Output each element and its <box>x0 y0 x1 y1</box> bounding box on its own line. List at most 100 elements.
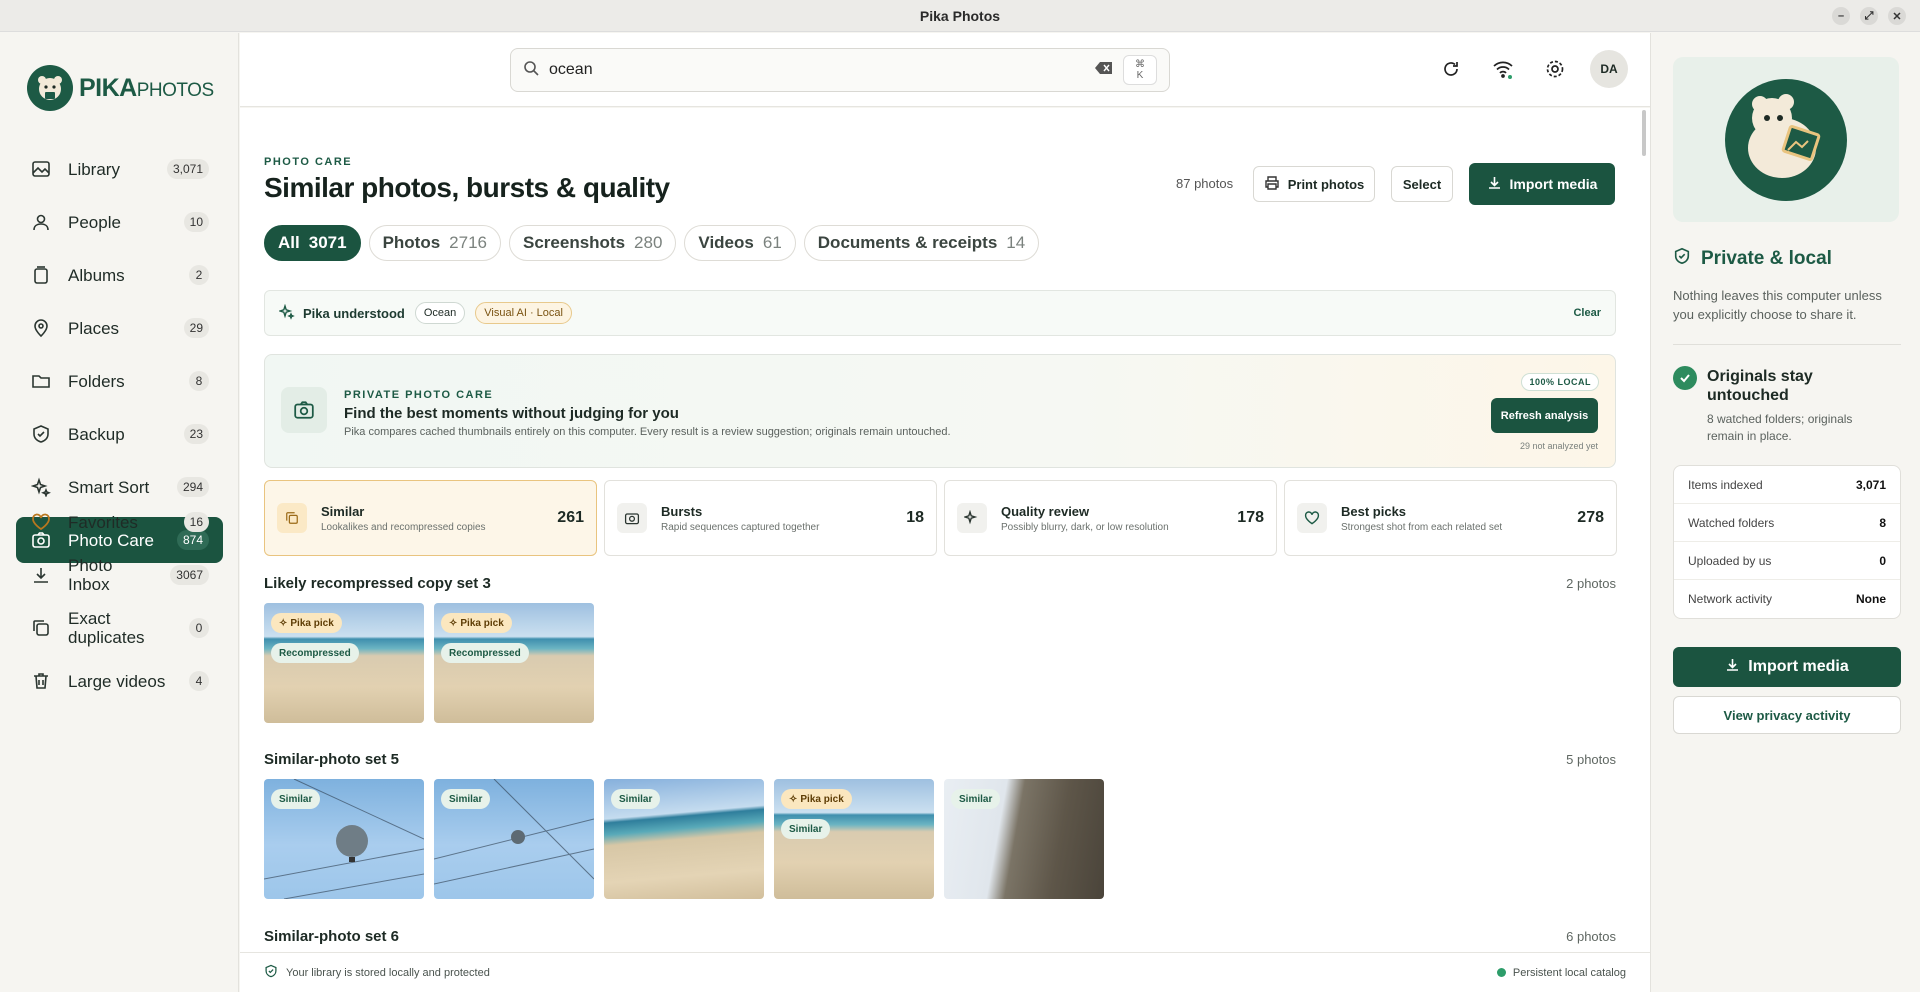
private-local-header: Private & local <box>1673 247 1832 270</box>
stat-subtitle: Rapid sequences captured together <box>661 521 820 533</box>
sidebar-item-label: Photo Inbox <box>68 556 113 594</box>
sidebar-item-exact-duplicates[interactable]: Exact duplicates 0 <box>16 605 223 651</box>
photo-thumbnail[interactable]: Similar <box>944 779 1104 899</box>
filter-label: All <box>278 233 300 252</box>
understood-bar: Pika understood Ocean Visual AI · Local … <box>264 290 1616 336</box>
sidebar-item-large-videos[interactable]: Large videos 4 <box>16 658 223 704</box>
sparkle-icon <box>30 476 52 498</box>
search-input[interactable] <box>549 61 1095 79</box>
photo-thumbnail[interactable]: Similar <box>434 779 594 899</box>
clear-button[interactable]: Clear <box>1573 307 1601 319</box>
photo-thumbnail[interactable]: ✧ Pika pick Recompressed <box>264 603 424 723</box>
logo-suffix: PHOTOS <box>136 79 214 101</box>
sidebar-item-places[interactable]: Places 29 <box>16 305 223 351</box>
maximize-icon[interactable]: ⤢ <box>1860 7 1878 25</box>
sidebar-item-backup[interactable]: Backup 23 <box>16 411 223 457</box>
sidebar-item-albums[interactable]: Albums 2 <box>16 252 223 298</box>
table-row: Network activity None <box>1674 580 1900 618</box>
stat-best-picks[interactable]: Best picks Strongest shot from each relat… <box>1284 480 1617 556</box>
row-label: Items indexed <box>1688 477 1763 492</box>
window-title: Pika Photos <box>919 7 1001 24</box>
top-bar: ⌘K DA <box>240 33 1650 107</box>
print-photos-button[interactable]: Print photos <box>1253 166 1375 202</box>
sidebar-item-photo-inbox[interactable]: Photo Inbox 3067 <box>16 552 223 598</box>
camera-icon <box>617 503 647 533</box>
similar-badge: Similar <box>271 789 321 809</box>
stat-bursts[interactable]: Bursts Rapid sequences captured together … <box>604 480 937 556</box>
photo-thumbnail[interactable]: Similar <box>604 779 764 899</box>
wifi-icon[interactable] <box>1486 52 1520 86</box>
pin-icon <box>30 317 52 339</box>
filter-all[interactable]: All 3071 <box>264 225 361 261</box>
logo[interactable]: PIKAPHOTOS <box>27 65 214 111</box>
stat-quality-review[interactable]: Quality review Possibly blurry, dark, or … <box>944 480 1277 556</box>
download-icon <box>1487 175 1502 193</box>
filter-count: 280 <box>634 233 663 252</box>
local-badge: 100% LOCAL <box>1521 373 1599 391</box>
table-row: Watched folders 8 <box>1674 504 1900 542</box>
sidebar-item-label: Large videos <box>68 671 166 691</box>
shortcut-key-k: K <box>1136 70 1144 81</box>
import-media-button-secondary[interactable]: Import media <box>1673 647 1901 687</box>
sidebar-item-favorites[interactable]: Favorites 16 <box>16 499 223 545</box>
shortcut-hint: ⌘ K <box>1123 55 1157 85</box>
set-title: Similar-photo set 5 <box>264 751 400 768</box>
filter-count: 3071 <box>308 233 347 252</box>
minimize-icon[interactable]: – <box>1832 7 1850 25</box>
set-header: Similar-photo set 5 5 photos <box>264 751 1616 768</box>
filter-documents[interactable]: Documents & receipts 14 <box>803 225 1040 261</box>
private-local-title: Private & local <box>1701 247 1832 269</box>
camera-icon <box>281 387 327 433</box>
sidebar: PIKAPHOTOS Library 3,071 People 10 Album… <box>0 33 239 992</box>
not-analyzed-note: 29 not analyzed yet <box>1519 441 1598 451</box>
badge-label: Pika pick <box>460 617 504 629</box>
view-privacy-activity-button[interactable]: View privacy activity <box>1673 696 1901 734</box>
hamster-logo-icon <box>27 65 73 111</box>
footer-left: Your library is stored locally and prote… <box>264 964 490 981</box>
select-button[interactable]: Select <box>1391 166 1453 202</box>
avatar[interactable]: DA <box>1590 50 1628 88</box>
understood-label: Pika understood <box>303 305 405 321</box>
gear-icon[interactable] <box>1538 52 1572 86</box>
privacy-panel: Private & local Nothing leaves this comp… <box>1650 33 1920 992</box>
photo-thumbnail[interactable]: ✧ Pika pick Similar <box>774 779 934 899</box>
stat-subtitle: Strongest shot from each related set <box>1341 521 1503 533</box>
sidebar-item-label: Favorites <box>68 512 138 532</box>
stat-subtitle: Possibly blurry, dark, or low resolution <box>1001 521 1169 533</box>
understood-tag-visual-ai[interactable]: Visual AI · Local <box>475 302 572 324</box>
filter-photos[interactable]: Photos 2716 <box>368 225 501 261</box>
understood-tag-ocean[interactable]: Ocean <box>414 302 466 324</box>
row-label: Watched folders <box>1688 515 1775 530</box>
filter-label: Videos <box>698 233 754 252</box>
refresh-icon[interactable] <box>1434 52 1468 86</box>
copy-icon <box>277 503 307 533</box>
sidebar-item-count: 294 <box>176 477 209 497</box>
close-icon[interactable]: ✕ <box>1888 7 1906 25</box>
filter-screenshots[interactable]: Screenshots 280 <box>509 225 677 261</box>
copy-icon <box>30 617 52 639</box>
folder-icon <box>30 370 52 392</box>
sidebar-item-count: 10 <box>183 212 209 232</box>
shortcut-key-cmd: ⌘ <box>1135 59 1145 70</box>
sidebar-item-people[interactable]: People 10 <box>16 199 223 245</box>
top-actions: DA <box>1434 50 1628 88</box>
photo-thumbnail[interactable]: ✧ Pika pick Recompressed <box>434 603 594 723</box>
similar-badge: Similar <box>951 789 1001 809</box>
set-header: Likely recompressed copy set 3 2 photos <box>264 575 1616 592</box>
filter-videos[interactable]: Videos 61 <box>684 225 796 261</box>
title-bar: Pika Photos – ⤢ ✕ <box>0 0 1920 32</box>
similar-badge: Similar <box>611 789 661 809</box>
set-count: 2 photos <box>1566 576 1616 591</box>
clear-search-icon[interactable] <box>1095 61 1113 80</box>
search-bar[interactable]: ⌘K <box>510 48 1170 92</box>
refresh-analysis-button[interactable]: Refresh analysis <box>1491 398 1598 433</box>
set-title: Likely recompressed copy set 3 <box>264 575 491 592</box>
photo-thumbnail[interactable]: Similar <box>264 779 424 899</box>
sidebar-item-folders[interactable]: Folders 8 <box>16 358 223 404</box>
page-title: Similar photos, bursts & quality <box>264 172 670 203</box>
import-media-button[interactable]: Import media <box>1469 163 1615 205</box>
sidebar-item-library[interactable]: Library 3,071 <box>16 146 223 192</box>
scrollbar[interactable] <box>1642 110 1646 156</box>
pika-pick-badge: ✧ Pika pick <box>441 613 512 633</box>
stat-similar[interactable]: Similar Lookalikes and recompressed copie… <box>264 480 597 556</box>
